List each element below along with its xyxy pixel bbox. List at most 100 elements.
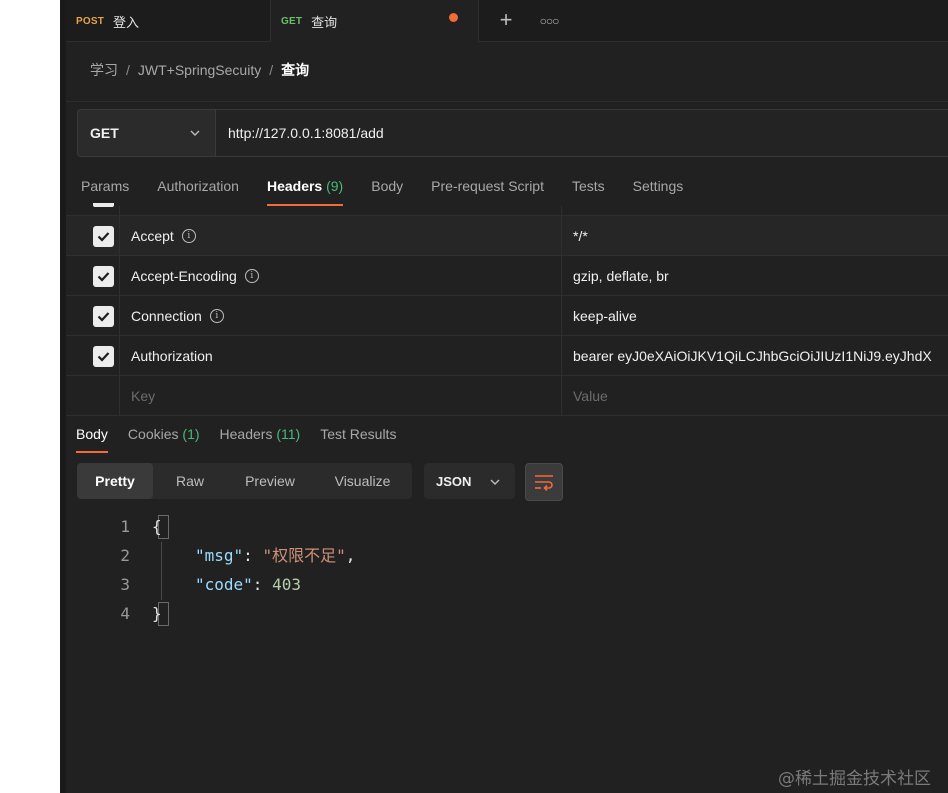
line-number: 2 [120,546,130,565]
tab-pre-request-script[interactable]: Pre-request Script [431,170,544,206]
url-input[interactable]: http://127.0.0.1:8081/add [216,109,948,157]
header-value-cell[interactable]: gzip, deflate, br [562,256,948,295]
tab-post-login[interactable]: POST 登入 [66,0,271,42]
code-text: "code": 403 [195,570,301,599]
tab-params[interactable]: Params [81,170,129,206]
json-key: "code" [195,575,253,594]
tab-test-results[interactable]: Test Results [320,418,396,453]
breadcrumb-item-collection[interactable]: 学习 [90,60,118,80]
code-line: 1 { [66,512,948,541]
raw-button[interactable]: Raw [153,463,227,499]
header-value-cell[interactable]: keep-alive [562,296,948,335]
response-tabs: Body Cookies (1) Headers (11) Test Resul… [76,418,416,453]
check-icon [97,312,110,322]
tab-get-query[interactable]: GET 查询 [271,0,479,43]
code-line: 4 } [66,599,948,628]
table-row [66,203,948,216]
tab-response-headers[interactable]: Headers (11) [220,418,301,453]
header-key-cell[interactable]: Accept-Encoding i [120,256,562,295]
table-cell [66,216,120,255]
tab-title: 查询 [311,14,338,30]
header-key-cell[interactable]: Connection i [120,296,562,335]
header-value: */* [573,227,588,244]
checkbox[interactable] [93,203,114,207]
tab-response-headers-count: (11) [276,426,301,442]
table-cell [120,206,562,215]
tab-body[interactable]: Body [371,170,403,206]
request-tabs: Params Authorization Headers (9) Body Pr… [81,170,711,206]
method-label: GET [90,125,119,141]
more-options-icon[interactable]: ○○○ [534,6,564,36]
breadcrumb: 学习 / JWT+SpringSecuity / 查询 [90,60,309,80]
headers-table: Accept i */* Accept-Encoding i gzip, defla… [66,203,948,416]
breadcrumb-separator: / [269,62,274,78]
divider [66,101,948,102]
info-icon[interactable]: i [181,228,196,243]
json-number-value: 403 [272,575,301,594]
wrap-lines-icon [535,475,553,491]
tab-response-body[interactable]: Body [76,418,108,453]
format-label: JSON [436,473,472,489]
close-brace: } [152,604,162,623]
tab-cookies-label: Cookies [127,426,179,442]
new-header-value-input[interactable]: Value [562,376,948,415]
tab-response-headers-label: Headers [219,426,273,442]
line-number: 1 [120,517,130,536]
left-margin [0,0,60,793]
method-badge: GET [281,15,303,27]
code-text: "msg": "权限不足", [195,541,355,570]
table-row: Authorization bearer eyJ0eXAiOiJKV1QiLCJ… [66,336,948,376]
header-key: Connection [131,307,202,324]
info-icon[interactable]: i [244,268,259,283]
table-cell [66,376,120,415]
preview-button[interactable]: Preview [227,463,313,499]
table-cell [66,203,120,215]
visualize-button[interactable]: Visualize [313,463,412,499]
json-punctuation: : [252,575,273,594]
chevron-down-icon [490,479,500,485]
header-value-cell[interactable]: bearer eyJ0eXAiOiJKV1QiLCJhbGciOiJIUzI1N… [562,336,948,375]
watermark: @稀土掘金技术社区 [778,769,931,789]
header-key: Authorization [131,347,213,364]
table-row: Accept-Encoding i gzip, deflate, br [66,256,948,296]
header-value: gzip, deflate, br [573,267,669,284]
tab-bar: POST 登入 GET 查询 + ○○○ [66,0,948,43]
new-header-key-input[interactable]: Key [120,376,562,415]
info-icon[interactable]: i [209,308,224,323]
checkbox[interactable] [93,226,114,247]
header-key: Accept-Encoding [131,267,237,284]
header-key-cell[interactable]: Authorization [120,336,562,375]
tab-response-cookies[interactable]: Cookies (1) [128,418,200,453]
wrap-lines-button[interactable] [525,463,563,501]
method-select[interactable]: GET [77,109,216,157]
unsaved-dot-icon [449,13,458,22]
header-key: Accept [131,227,174,244]
breadcrumb-item-folder[interactable]: JWT+SpringSecuity [138,62,261,78]
header-key-cell[interactable]: Accept i [120,216,562,255]
code-line: 2 "msg": "权限不足", [66,541,948,570]
breadcrumb-item-request: 查询 [281,62,310,78]
json-punctuation: : [243,546,263,565]
checkbox[interactable] [93,306,114,327]
open-brace: { [152,517,162,536]
tab-title: 登入 [113,14,140,30]
tab-cookies-count: (1) [182,426,200,442]
check-icon [97,232,110,242]
table-cell [66,256,120,295]
tab-settings[interactable]: Settings [633,170,684,206]
method-badge: POST [76,15,105,27]
checkbox[interactable] [93,346,114,367]
tab-headers[interactable]: Headers (9) [266,170,344,206]
response-body-code[interactable]: 1 { 2 "msg": "权限不足", 3 "code": 403 4 } [66,512,948,628]
chevron-down-icon [190,130,200,136]
header-value: bearer eyJ0eXAiOiJKV1QiLCJhbGciOiJIUzI1N… [573,347,932,364]
checkbox[interactable] [93,266,114,287]
tab-tests[interactable]: Tests [572,170,605,206]
tab-authorization[interactable]: Authorization [157,170,239,206]
table-row: Key Value [66,376,948,416]
format-select[interactable]: JSON [424,463,515,499]
header-value-cell[interactable]: */* [562,216,948,255]
check-icon [97,352,110,362]
pretty-button[interactable]: Pretty [77,463,153,499]
add-tab-icon[interactable]: + [491,6,521,36]
